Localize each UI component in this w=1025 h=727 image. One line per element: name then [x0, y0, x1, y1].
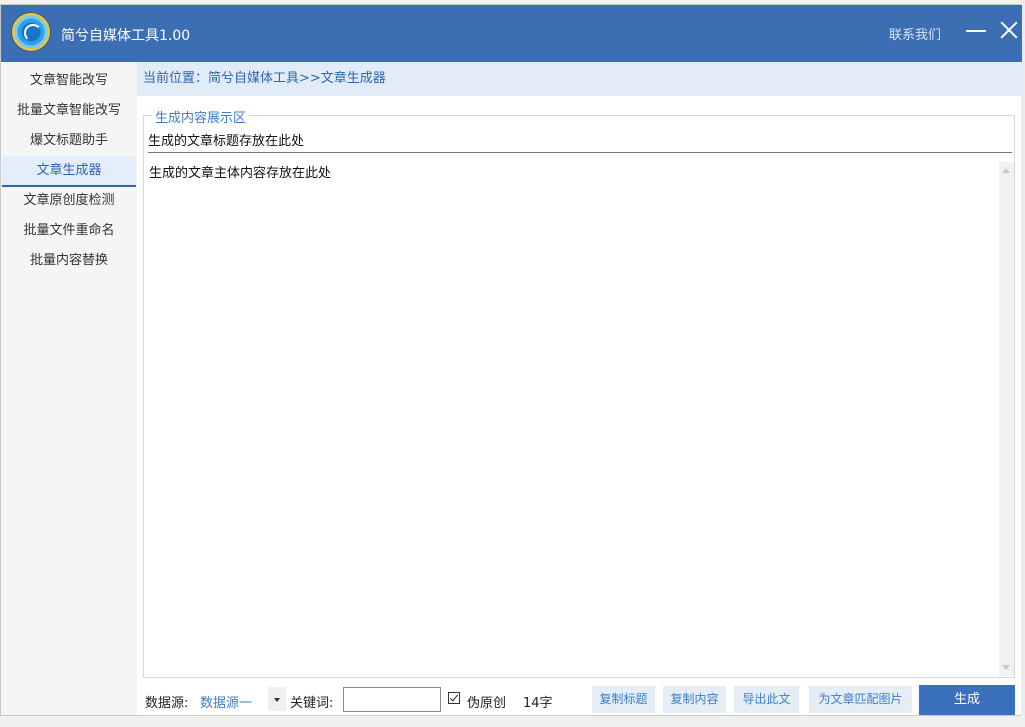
- breadcrumb: 当前位置：简兮自媒体工具>>文章生成器: [137, 62, 1021, 96]
- copy-title-button[interactable]: 复制标题: [592, 686, 655, 713]
- group-label: 生成内容展示区: [152, 107, 250, 126]
- bottom-toolbar: 数据源: 数据源一 关键词: 伪原创 14字 复制标题 复制内容 导出此文 为文…: [137, 682, 1021, 715]
- sidebar-item-batch-replace[interactable]: 批量内容替换: [2, 246, 136, 276]
- keyword-input[interactable]: [343, 687, 441, 712]
- article-title-field[interactable]: 生成的文章标题存放在此处: [148, 132, 1012, 153]
- char-count: 14字: [523, 696, 553, 711]
- match-image-button[interactable]: 为文章匹配图片: [809, 686, 912, 713]
- datasource-label: 数据源:: [145, 696, 189, 711]
- title-bar: 简兮自媒体工具1.00 联系我们: [1, 5, 1022, 62]
- export-article-button[interactable]: 导出此文: [734, 686, 799, 713]
- content-scrollbar[interactable]: [999, 162, 1014, 676]
- scroll-down-icon[interactable]: [1002, 665, 1010, 670]
- sidebar-item-batch-rewrite[interactable]: 批量文章智能改写: [2, 96, 136, 126]
- sidebar-item-originality-check[interactable]: 文章原创度检测: [2, 186, 136, 216]
- main-panel: 当前位置：简兮自媒体工具>>文章生成器 生成内容展示区 生成的文章标题存放在此处…: [137, 62, 1021, 715]
- checkbox-checked-icon[interactable]: [448, 692, 460, 704]
- article-content-area[interactable]: 生成的文章主体内容存放在此处: [145, 162, 997, 676]
- app-title: 简兮自媒体工具1.00: [61, 28, 191, 44]
- sidebar-item-rewrite[interactable]: 文章智能改写: [2, 66, 136, 96]
- app-logo-icon: [12, 13, 50, 51]
- background-edge: [1021, 0, 1025, 727]
- copy-content-button[interactable]: 复制内容: [663, 686, 726, 713]
- chevron-down-icon[interactable]: [268, 687, 286, 711]
- datasource-select[interactable]: 数据源一: [200, 692, 252, 711]
- pseudo-original-label: 伪原创: [467, 696, 507, 711]
- keyword-label: 关键词:: [290, 696, 334, 711]
- sidebar-item-article-generator[interactable]: 文章生成器: [2, 156, 136, 187]
- contact-us-link[interactable]: 联系我们: [889, 24, 941, 43]
- content-display-group: 生成内容展示区 生成的文章标题存放在此处 生成的文章主体内容存放在此处: [143, 107, 1015, 678]
- sidebar-item-batch-rename[interactable]: 批量文件重命名: [2, 216, 136, 246]
- app-window: 简兮自媒体工具1.00 联系我们 文章智能改写 批量文章智能改写 爆文标题助手 …: [0, 4, 1022, 716]
- sidebar-item-title-helper[interactable]: 爆文标题助手: [2, 126, 136, 156]
- scroll-up-icon[interactable]: [1002, 168, 1010, 173]
- close-icon[interactable]: [996, 17, 1022, 43]
- generate-button[interactable]: 生成: [919, 685, 1015, 715]
- sidebar: 文章智能改写 批量文章智能改写 爆文标题助手 文章生成器 文章原创度检测 批量文…: [2, 62, 136, 715]
- minimize-icon[interactable]: [963, 17, 989, 43]
- background-bottom: [0, 716, 1025, 727]
